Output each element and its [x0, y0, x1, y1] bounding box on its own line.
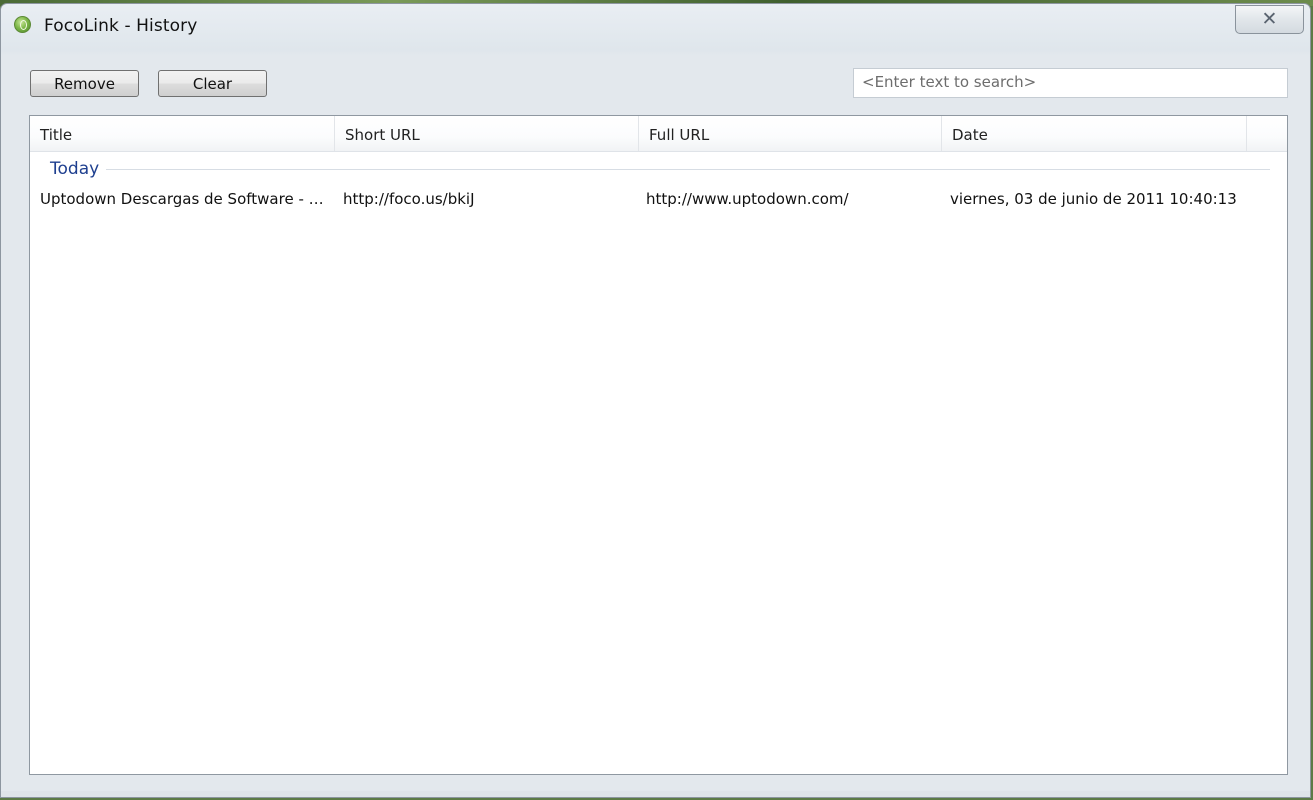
close-button[interactable]: ✕: [1235, 5, 1304, 34]
cell-short-url: http://foco.us/bkiJ: [343, 190, 475, 208]
cell-title: Uptodown Descargas de Software - D...: [40, 190, 332, 208]
column-header-date[interactable]: Date: [942, 116, 1247, 151]
remove-button[interactable]: Remove: [30, 70, 139, 97]
cell-full-url: http://www.uptodown.com/: [646, 190, 849, 208]
title-bar: FocoLink - History ✕: [1, 4, 1310, 48]
search-input[interactable]: <Enter text to search>: [853, 68, 1288, 98]
group-label: Today: [50, 159, 106, 179]
group-divider: [106, 169, 1270, 170]
column-header-short-url[interactable]: Short URL: [335, 116, 639, 151]
history-list[interactable]: Title Short URL Full URL Date Today Upto…: [29, 115, 1288, 775]
column-header-filler: [1247, 116, 1287, 151]
column-header-full-url[interactable]: Full URL: [639, 116, 942, 151]
group-header-today[interactable]: Today: [50, 158, 1270, 182]
close-icon: ✕: [1261, 8, 1278, 30]
history-window: FocoLink - History ✕ Remove Clear <Enter…: [0, 3, 1311, 798]
column-header-title[interactable]: Title: [30, 116, 335, 151]
column-header: Title Short URL Full URL Date: [30, 116, 1287, 152]
table-row[interactable]: Uptodown Descargas de Software - D... ht…: [30, 188, 1287, 212]
cell-date: viernes, 03 de junio de 2011 10:40:13: [950, 190, 1237, 208]
window-title: FocoLink - History: [44, 16, 198, 36]
focolink-app-icon: [14, 16, 31, 33]
window-bottom-frame: [1, 791, 1310, 797]
clear-button[interactable]: Clear: [158, 70, 267, 97]
